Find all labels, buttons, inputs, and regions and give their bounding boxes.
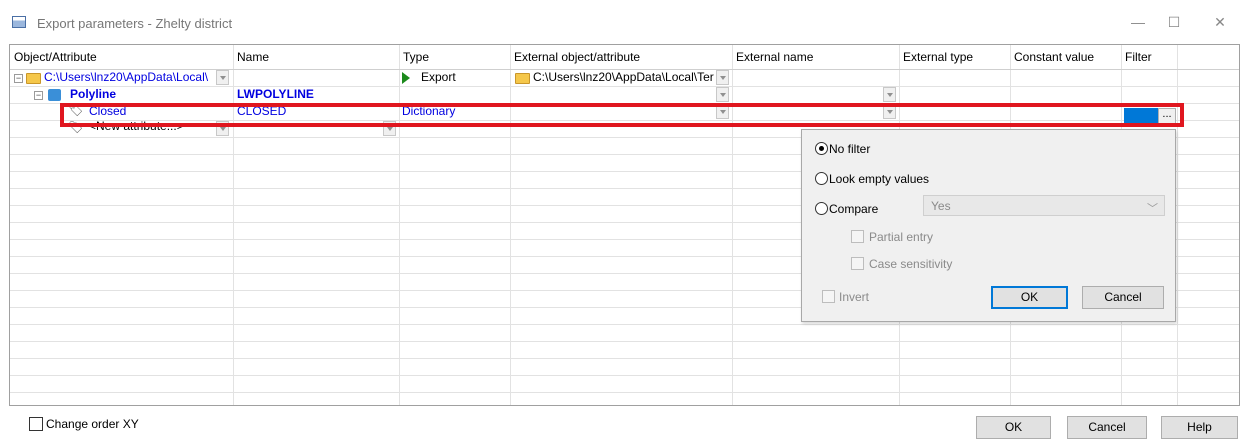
compare-radio[interactable] bbox=[815, 202, 828, 215]
external-object-dropdown-icon[interactable] bbox=[716, 70, 729, 85]
header-external-name[interactable]: External name bbox=[732, 45, 899, 69]
cancel-button[interactable]: Cancel bbox=[1067, 416, 1147, 439]
header-constant-value[interactable]: Constant value bbox=[1010, 45, 1121, 69]
look-empty-label[interactable]: Look empty values bbox=[829, 172, 929, 186]
root-object-path[interactable]: C:\Users\lnz20\AppData\Local\ bbox=[44, 69, 208, 86]
root-object-dropdown-icon[interactable] bbox=[216, 70, 229, 85]
filter-popup: No filter Look empty values Compare Part… bbox=[801, 129, 1176, 322]
ok-button[interactable]: OK bbox=[976, 416, 1051, 439]
window-title: Export parameters - Zhelty district bbox=[37, 16, 233, 31]
invert-label: Invert bbox=[839, 290, 870, 304]
header-external-type[interactable]: External type bbox=[899, 45, 1010, 69]
header-object-attribute[interactable]: Object/Attribute bbox=[10, 45, 233, 69]
header-name[interactable]: Name bbox=[233, 45, 399, 69]
filter-ok-button[interactable]: OK bbox=[991, 286, 1068, 309]
polyline-object-icon bbox=[48, 89, 61, 101]
no-filter-radio[interactable] bbox=[815, 142, 828, 155]
root-type[interactable]: Export bbox=[421, 69, 456, 86]
case-sensitivity-label: Case sensitivity bbox=[869, 257, 953, 271]
maximize-button[interactable]: ☐ bbox=[1159, 10, 1189, 34]
window-app-icon bbox=[12, 16, 26, 28]
header-type[interactable]: Type bbox=[399, 45, 510, 69]
partial-entry-checkbox[interactable] bbox=[851, 230, 864, 243]
polyline-external-name-dropdown-icon[interactable] bbox=[883, 87, 896, 102]
partial-entry-label: Partial entry bbox=[869, 230, 934, 244]
look-empty-radio[interactable] bbox=[815, 172, 828, 185]
tree-collapse-polyline-toggle[interactable]: − bbox=[34, 91, 43, 100]
invert-checkbox[interactable] bbox=[822, 290, 835, 303]
title-bar: Export parameters - Zhelty district — ☐ … bbox=[0, 0, 1250, 44]
root-external-object[interactable]: C:\Users\lnz20\AppData\Local\Ter bbox=[533, 69, 714, 86]
change-order-checkbox[interactable] bbox=[29, 417, 43, 431]
tree-collapse-root-toggle[interactable]: − bbox=[14, 74, 23, 83]
minimize-button[interactable]: — bbox=[1123, 10, 1153, 34]
header-external-object[interactable]: External object/attribute bbox=[510, 45, 732, 69]
folder-icon bbox=[26, 73, 41, 84]
polyline-external-dropdown-icon[interactable] bbox=[716, 87, 729, 102]
chevron-down-icon: ﹀ bbox=[1147, 203, 1158, 215]
case-sensitivity-checkbox[interactable] bbox=[851, 257, 864, 270]
external-folder-icon bbox=[515, 73, 530, 84]
compare-label[interactable]: Compare bbox=[829, 202, 878, 216]
header-filter[interactable]: Filter bbox=[1121, 45, 1177, 69]
polyline-name[interactable]: LWPOLYLINE bbox=[237, 86, 314, 103]
compare-value-text: Yes bbox=[931, 199, 951, 213]
help-button[interactable]: Help bbox=[1161, 416, 1238, 439]
change-order-label[interactable]: Change order XY bbox=[46, 417, 139, 431]
polyline-object-label[interactable]: Polyline bbox=[70, 86, 116, 103]
no-filter-label[interactable]: No filter bbox=[829, 142, 870, 156]
close-button[interactable]: ✕ bbox=[1205, 10, 1235, 34]
filter-cancel-button[interactable]: Cancel bbox=[1082, 286, 1164, 309]
row-highlight-box bbox=[60, 103, 1184, 127]
compare-value-select[interactable]: Yes ﹀ bbox=[923, 195, 1165, 216]
export-arrow-icon bbox=[402, 72, 410, 84]
